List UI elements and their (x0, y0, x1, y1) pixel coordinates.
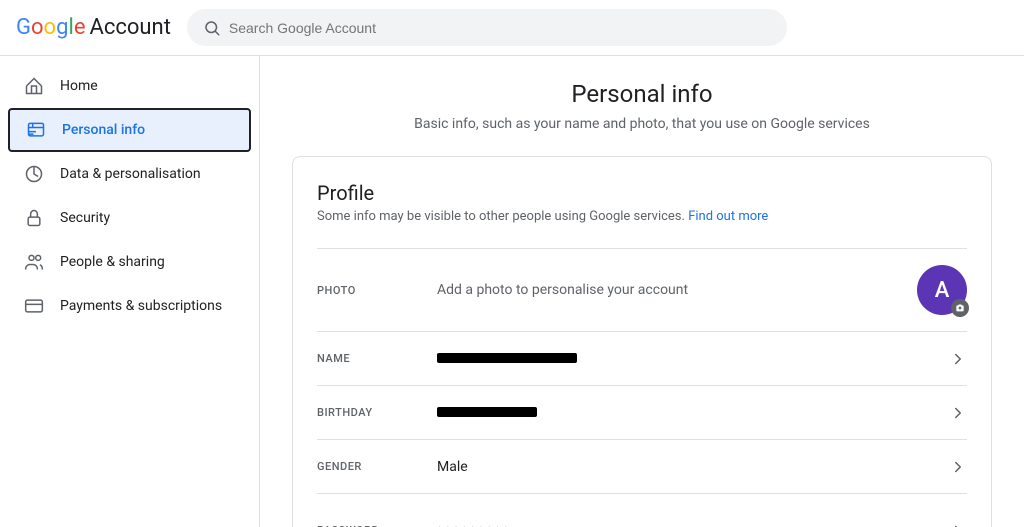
avatar[interactable]: A (917, 265, 967, 315)
people-icon (24, 252, 44, 272)
sidebar-item-payments[interactable]: Payments & subscriptions (0, 284, 251, 328)
name-row[interactable]: NAME (317, 331, 967, 385)
birthday-chevron-icon (949, 402, 967, 423)
camera-icon (951, 299, 969, 317)
app-layout: Home Personal info Data & (0, 56, 1024, 527)
photo-value: Add a photo to personalise your account (437, 282, 917, 298)
search-icon (203, 17, 221, 38)
password-dots: ......... (437, 510, 511, 527)
avatar-letter: A (935, 278, 950, 303)
account-wordmark: Account (89, 15, 170, 40)
name-value (437, 351, 949, 367)
name-label: NAME (317, 352, 437, 365)
credit-card-icon (24, 296, 44, 316)
sidebar-item-security[interactable]: Security (0, 196, 251, 240)
password-value: ......... Last changed 25 Sep 2014 (437, 510, 949, 527)
password-row[interactable]: PASSWORD ......... Last changed 25 Sep 2… (317, 493, 967, 527)
birthday-label: BIRTHDAY (317, 406, 437, 419)
name-chevron-icon (949, 348, 967, 369)
sidebar-item-people[interactable]: People & sharing (0, 240, 251, 284)
sidebar: Home Personal info Data & (0, 56, 260, 527)
main-content: Personal info Basic info, such as your n… (260, 56, 1024, 527)
sidebar-item-personal-info[interactable]: Personal info (8, 108, 251, 152)
profile-card: Profile Some info may be visible to othe… (292, 156, 992, 527)
name-redacted (437, 353, 577, 363)
gender-label: GENDER (317, 460, 437, 473)
sidebar-item-payments-label: Payments & subscriptions (60, 298, 222, 314)
photo-label: PHOTO (317, 284, 437, 297)
app-header: Google Account (0, 0, 1024, 56)
google-wordmark: Google (16, 15, 85, 40)
sidebar-item-data-label: Data & personalisation (60, 166, 201, 182)
gender-chevron-icon (949, 456, 967, 477)
home-icon (24, 76, 44, 96)
sidebar-item-home[interactable]: Home (0, 64, 251, 108)
page-title: Personal info (292, 80, 992, 108)
find-out-more-link[interactable]: Find out more (688, 209, 768, 224)
sidebar-item-people-label: People & sharing (60, 254, 165, 270)
search-bar (187, 9, 787, 46)
page-subtitle: Basic info, such as your name and photo,… (292, 116, 992, 132)
profile-card-title: Profile (317, 181, 967, 205)
google-account-logo: Google Account (16, 15, 171, 40)
gender-row[interactable]: GENDER Male (317, 439, 967, 493)
lock-icon (24, 208, 44, 228)
profile-card-desc: Some info may be visible to other people… (317, 209, 967, 224)
birthday-row[interactable]: BIRTHDAY (317, 385, 967, 439)
birthday-redacted (437, 407, 537, 417)
sidebar-item-security-label: Security (60, 210, 110, 226)
person-icon (26, 120, 46, 140)
password-chevron-icon (949, 520, 967, 527)
gender-value: Male (437, 459, 949, 475)
photo-row[interactable]: PHOTO Add a photo to personalise your ac… (317, 248, 967, 331)
search-input[interactable] (229, 20, 771, 36)
sidebar-item-personal-info-label: Personal info (62, 122, 145, 138)
sidebar-item-home-label: Home (60, 78, 98, 94)
sidebar-item-data[interactable]: Data & personalisation (0, 152, 251, 196)
birthday-value (437, 405, 949, 421)
data-icon (24, 164, 44, 184)
